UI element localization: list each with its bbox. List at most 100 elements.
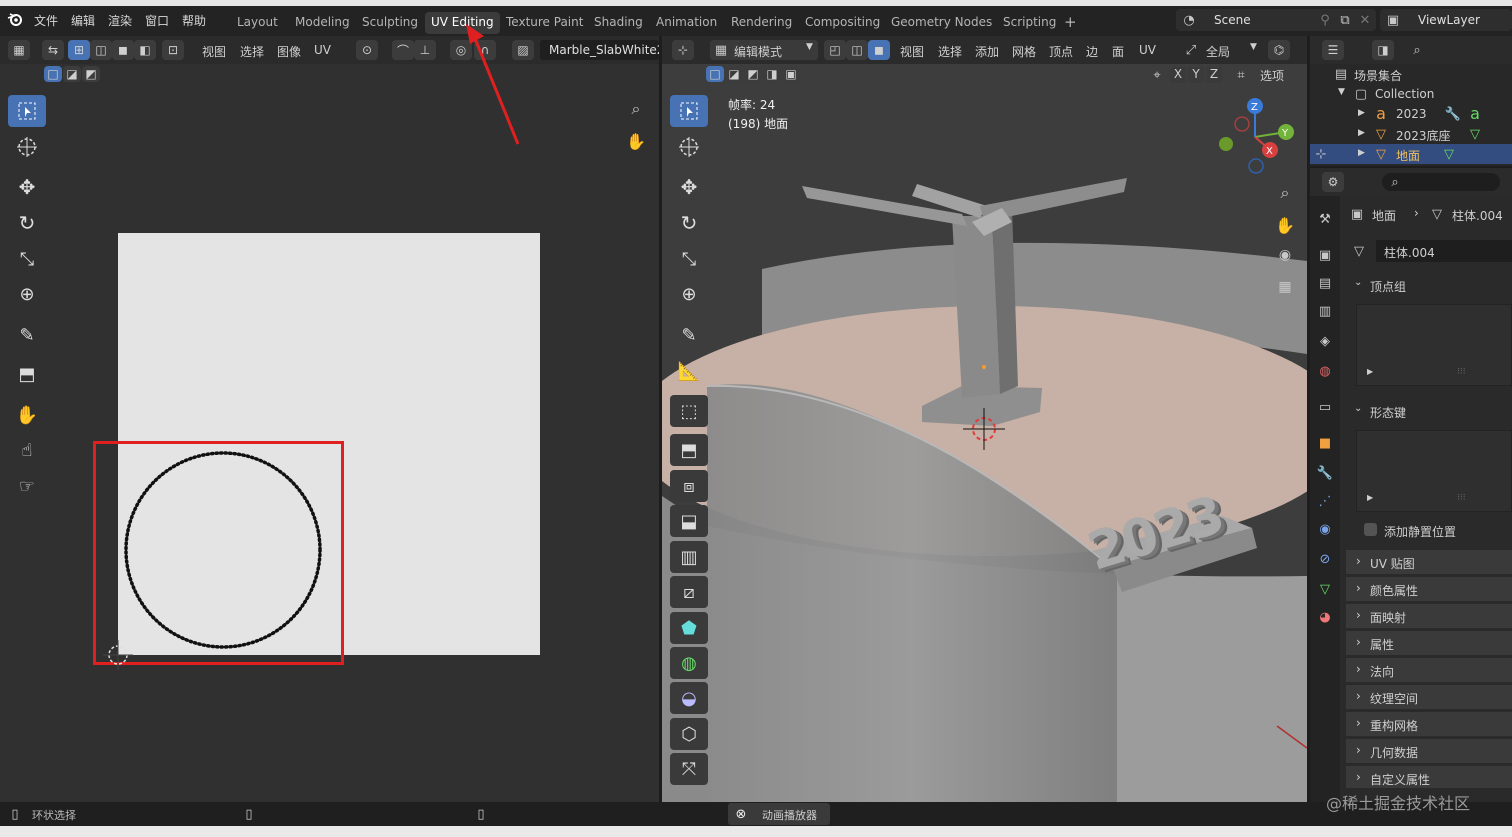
mesh-data-icon[interactable]: ▽ xyxy=(1466,125,1484,143)
tool-move[interactable]: ✥ xyxy=(670,171,708,203)
close-circle-icon[interactable]: ⊗ xyxy=(732,805,750,823)
tool-annotate[interactable]: ✎ xyxy=(8,319,46,351)
render-tab-icon[interactable]: ▣ xyxy=(1316,246,1334,264)
tab-sculpting[interactable]: Sculpting xyxy=(356,12,424,34)
uv-menu-image[interactable]: 图像 xyxy=(277,43,301,60)
tool-inset[interactable]: ⧈ xyxy=(670,470,708,502)
scene-tab-icon[interactable]: ◈ xyxy=(1316,332,1334,350)
panel-custom-properties[interactable]: › 自定义属性 xyxy=(1346,766,1512,788)
expand-arrow-icon[interactable]: ▶ xyxy=(1358,148,1365,158)
panel-face-maps[interactable]: › 面映射 xyxy=(1346,604,1512,628)
resize-handle-icon[interactable]: ⁝⁝⁝ xyxy=(1457,493,1466,503)
tool-edge-slide[interactable]: ⬡ xyxy=(670,718,708,750)
tool-loop-cut[interactable]: ▥ xyxy=(670,541,708,573)
tab-compositing[interactable]: Compositing xyxy=(799,12,886,34)
editor-type-icon[interactable]: ▦ xyxy=(8,40,30,60)
pivot-icon[interactable]: ⊙ xyxy=(356,40,378,60)
physics-tab-icon[interactable]: ◉ xyxy=(1316,520,1334,538)
tool-spin[interactable]: ◍ xyxy=(670,647,708,679)
sticky-mode-icon[interactable]: ⊡ xyxy=(162,40,184,60)
particles-tab-icon[interactable]: ⋰ xyxy=(1316,492,1334,510)
properties-search[interactable]: ⌕ xyxy=(1382,173,1500,191)
shape-keys-list[interactable]: ▶ ⁝⁝⁝ xyxy=(1356,430,1512,512)
tool-scale[interactable]: ⤡ xyxy=(670,243,708,275)
grid-view-icon[interactable]: ▦ xyxy=(1276,278,1294,296)
sync-selection-icon[interactable]: ⇆ xyxy=(42,40,64,60)
tool-select-box[interactable] xyxy=(670,95,708,127)
camera-icon[interactable]: ◉ xyxy=(1276,246,1294,264)
edit-mode-icon[interactable]: ⊹ xyxy=(1312,145,1330,163)
tool-poly-build[interactable]: ⬟ xyxy=(670,612,708,644)
scene-selector[interactable]: ◔ Scene ⚲ ⧉ ✕ xyxy=(1176,9,1376,31)
tool-annotate[interactable]: ✎ xyxy=(670,319,708,351)
tool-cursor[interactable] xyxy=(670,131,708,163)
viewport-3d[interactable]: ⊹ ▦ 编辑模式 ▼ ◰ ◫ ◼ 视图 选择 添加 网格 顶点 边 面 UV ⤢… xyxy=(662,36,1307,802)
tab-layout[interactable]: Layout xyxy=(231,12,284,34)
select-subtract-icon[interactable]: ◩ xyxy=(82,66,100,82)
snap-icon[interactable]: ⌒ xyxy=(392,40,414,60)
wrench-icon[interactable]: 🔧 xyxy=(1444,105,1462,123)
search-icon[interactable]: ⌕ xyxy=(1408,41,1426,59)
menu-edit[interactable]: 编辑 xyxy=(71,12,95,29)
uv-menu-uv[interactable]: UV xyxy=(314,43,331,57)
expand-arrow-icon[interactable]: ▶ xyxy=(1358,108,1365,118)
face-select-icon[interactable]: ◼ xyxy=(112,40,134,60)
panel-color-attributes[interactable]: › 颜色属性 xyxy=(1346,577,1512,601)
mesh-data-tab-icon[interactable]: ▽ xyxy=(1316,580,1334,598)
zoom-icon[interactable]: ⌕ xyxy=(1276,183,1294,202)
tool-pinch[interactable]: ☞ xyxy=(8,470,46,502)
tool-add-cube[interactable]: ⬚ xyxy=(670,395,708,427)
tool-rip[interactable]: ⬒ xyxy=(8,358,46,390)
tab-shading[interactable]: Shading xyxy=(588,12,649,34)
animation-player-popup[interactable]: ⊗ 动画播放器 xyxy=(728,803,830,825)
outliner-item-2023-base[interactable]: ▶ ▽ 2023底座 ▽ xyxy=(1310,124,1512,144)
tool-cursor[interactable] xyxy=(8,131,46,163)
zoom-icon[interactable]: ⌕ xyxy=(627,99,645,118)
mesh-data-icon[interactable]: ▽ xyxy=(1440,145,1458,163)
tool-shrink-fatten[interactable]: ⤧ xyxy=(670,753,708,785)
tool-grab[interactable]: ✋ xyxy=(8,399,46,431)
outliner-scene-collection[interactable]: ▤ 场景集合 xyxy=(1310,64,1512,84)
select-extend-icon[interactable]: ◪ xyxy=(63,66,81,82)
menu-help[interactable]: 帮助 xyxy=(182,12,206,29)
tool-transform[interactable]: ⊕ xyxy=(8,278,46,310)
tool-scale[interactable]: ⤡ xyxy=(8,243,46,275)
expand-arrow-icon[interactable]: ▼ xyxy=(1338,87,1345,97)
pin-icon[interactable]: ⚲ xyxy=(1316,11,1334,29)
edge-select-icon[interactable]: ◫ xyxy=(90,40,112,60)
menu-file[interactable]: 文件 xyxy=(34,12,58,29)
snap-target-icon[interactable]: ⊥ xyxy=(414,40,436,60)
close-icon[interactable]: ✕ xyxy=(1356,11,1374,29)
tab-geometry-nodes[interactable]: Geometry Nodes xyxy=(885,12,998,34)
tool-measure[interactable]: 📐 xyxy=(670,355,708,387)
tool-move[interactable]: ✥ xyxy=(8,171,46,203)
view-layer-tab-icon[interactable]: ▥ xyxy=(1316,302,1334,320)
display-mode-icon[interactable]: ◨ xyxy=(1372,40,1394,60)
output-tab-icon[interactable]: ▤ xyxy=(1316,274,1334,292)
text-data-icon[interactable]: a xyxy=(1466,104,1484,123)
tool-tab-icon[interactable]: ⚒ xyxy=(1316,210,1334,228)
outliner-item-2023[interactable]: ▶ a 2023 🔧 a xyxy=(1310,104,1512,124)
viewlayer-selector[interactable]: ▣ ViewLayer xyxy=(1380,9,1512,31)
menu-window[interactable]: 窗口 xyxy=(145,12,169,29)
material-tab-icon[interactable]: ◕ xyxy=(1316,608,1334,626)
navigation-gizmo[interactable]: Z Y X xyxy=(1210,92,1300,182)
tool-rotate[interactable]: ↻ xyxy=(670,207,708,239)
blender-logo-icon[interactable] xyxy=(6,10,24,28)
panel-remesh[interactable]: › 重构网格 xyxy=(1346,712,1512,736)
panel-shape-keys-header[interactable]: ⌄ 形态键 xyxy=(1346,400,1512,422)
resize-handle-icon[interactable]: ⁝⁝⁝ xyxy=(1457,367,1466,377)
image-name-field[interactable]: Marble_SlabWhite2_5 xyxy=(540,40,659,60)
rest-position-checkbox-row[interactable]: 添加静置位置 xyxy=(1356,520,1512,540)
new-scene-icon[interactable]: ⧉ xyxy=(1336,11,1354,29)
modifier-tab-icon[interactable]: 🔧 xyxy=(1316,464,1334,482)
tool-extrude[interactable]: ⬒ xyxy=(670,434,708,466)
pan-hand-icon[interactable]: ✋ xyxy=(626,132,646,151)
rest-position-checkbox[interactable] xyxy=(1364,523,1377,536)
object-tab-icon[interactable]: ■ xyxy=(1316,434,1334,452)
tool-smooth[interactable]: ◒ xyxy=(670,682,708,714)
outliner-editor-type-icon[interactable]: ☰ xyxy=(1322,40,1344,60)
tool-bevel[interactable]: ⬓ xyxy=(670,505,708,537)
tool-select-box[interactable] xyxy=(8,95,46,127)
outliner-collection[interactable]: ▼ ▢ Collection xyxy=(1310,84,1512,104)
